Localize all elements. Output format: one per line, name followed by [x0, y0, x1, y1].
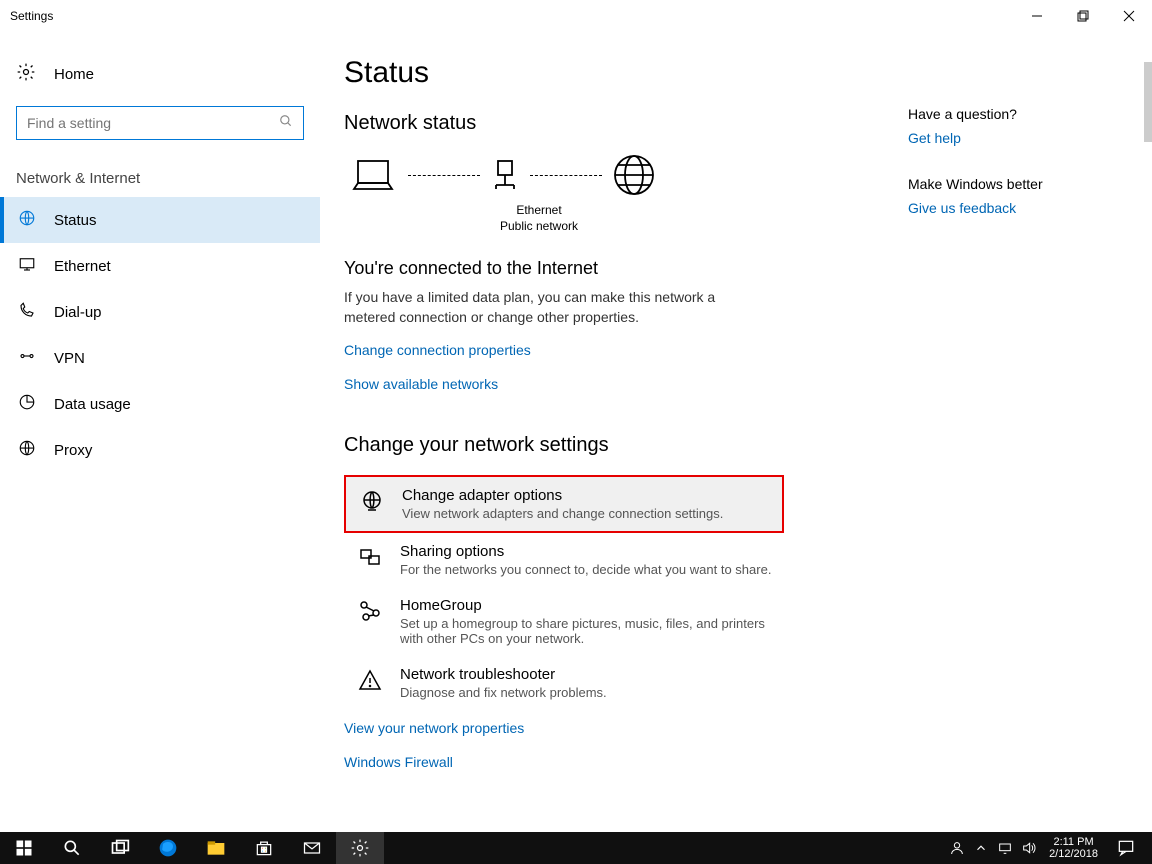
monitor-icon	[18, 255, 36, 277]
warning-icon	[358, 666, 382, 697]
search-button[interactable]	[48, 832, 96, 864]
setting-desc: View network adapters and change connect…	[402, 506, 723, 521]
adapter-name: Ethernet	[464, 203, 614, 219]
setting-desc: Diagnose and fix network problems.	[400, 685, 607, 700]
globe-icon	[18, 439, 36, 461]
vpn-icon	[18, 347, 36, 369]
task-view-button[interactable]	[96, 832, 144, 864]
system-tray	[945, 832, 1041, 864]
network-tray-icon[interactable]	[993, 840, 1017, 856]
sidebar-item-vpn[interactable]: VPN	[0, 335, 320, 381]
gear-icon	[16, 62, 36, 86]
setting-desc: Set up a homegroup to share pictures, mu…	[400, 616, 774, 646]
change-settings-heading: Change your network settings	[344, 434, 1132, 457]
settings-taskbar-button[interactable]	[336, 832, 384, 864]
setting-title: Network troubleshooter	[400, 666, 607, 683]
search-icon	[279, 114, 293, 133]
setting-title: Sharing options	[400, 543, 771, 560]
search-box[interactable]	[16, 106, 304, 140]
home-label: Home	[54, 66, 94, 83]
taskbar-time: 2:11 PM	[1053, 836, 1093, 848]
laptop-icon	[348, 155, 398, 195]
scrollbar[interactable]	[1144, 62, 1152, 142]
globe-icon	[612, 153, 656, 197]
sidebar-item-status[interactable]: Status	[0, 197, 320, 243]
help-panel: Have a question? Get help Make Windows b…	[908, 106, 1128, 246]
diagram-labels: Ethernet Public network	[464, 203, 614, 234]
chevron-up-icon[interactable]	[969, 841, 993, 855]
sidebar: Home Network & Internet Status Ethernet …	[0, 32, 320, 832]
give-feedback-link[interactable]: Give us feedback	[908, 200, 1128, 216]
main-content: Status Network status Ethernet Public ne…	[320, 32, 1152, 832]
setting-title: HomeGroup	[400, 597, 774, 614]
taskbar-clock[interactable]: 2:11 PM 2/12/2018	[1041, 832, 1106, 864]
sidebar-item-label: Status	[54, 212, 97, 229]
phone-icon	[18, 301, 36, 323]
store-button[interactable]	[240, 832, 288, 864]
taskbar-date: 2/12/2018	[1049, 848, 1098, 860]
minimize-button[interactable]	[1014, 0, 1060, 32]
sidebar-item-label: Data usage	[54, 396, 131, 413]
window-title: Settings	[10, 9, 53, 23]
show-available-networks-link[interactable]: Show available networks	[344, 376, 498, 392]
action-center-button[interactable]	[1106, 832, 1146, 864]
sharing-icon	[358, 543, 382, 574]
sidebar-item-label: VPN	[54, 350, 85, 367]
show-desktop-button[interactable]	[1146, 832, 1152, 864]
close-button[interactable]	[1106, 0, 1152, 32]
have-question-label: Have a question?	[908, 106, 1128, 122]
connected-body: If you have a limited data plan, you can…	[344, 287, 754, 328]
file-explorer-button[interactable]	[192, 832, 240, 864]
get-help-link[interactable]: Get help	[908, 130, 1128, 146]
chart-icon	[18, 393, 36, 415]
network-troubleshooter-item[interactable]: Network troubleshooter Diagnose and fix …	[344, 656, 784, 710]
maximize-button[interactable]	[1060, 0, 1106, 32]
edge-browser-button[interactable]	[144, 832, 192, 864]
setting-title: Change adapter options	[402, 487, 723, 504]
globe-icon	[18, 209, 36, 231]
search-input[interactable]	[27, 115, 267, 131]
connected-heading: You're connected to the Internet	[344, 258, 1132, 279]
taskbar: 2:11 PM 2/12/2018	[0, 832, 1152, 864]
change-adapter-options-item[interactable]: Change adapter options View network adap…	[344, 475, 784, 533]
sidebar-item-dialup[interactable]: Dial-up	[0, 289, 320, 335]
category-header: Network & Internet	[0, 162, 320, 197]
sidebar-item-proxy[interactable]: Proxy	[0, 427, 320, 473]
globe-adapter-icon	[360, 487, 384, 518]
make-windows-better-label: Make Windows better	[908, 176, 1128, 192]
people-icon[interactable]	[945, 840, 969, 856]
sidebar-item-label: Ethernet	[54, 258, 111, 275]
sidebar-item-datausage[interactable]: Data usage	[0, 381, 320, 427]
sidebar-item-label: Dial-up	[54, 304, 102, 321]
volume-icon[interactable]	[1017, 840, 1041, 856]
setting-desc: For the networks you connect to, decide …	[400, 562, 771, 577]
change-connection-properties-link[interactable]: Change connection properties	[344, 342, 531, 358]
network-type: Public network	[464, 219, 614, 235]
page-title: Status	[344, 56, 1132, 90]
switch-icon	[490, 155, 520, 195]
homegroup-icon	[358, 597, 382, 628]
mail-button[interactable]	[288, 832, 336, 864]
windows-firewall-link[interactable]: Windows Firewall	[344, 754, 453, 770]
view-network-properties-link[interactable]: View your network properties	[344, 720, 524, 736]
homegroup-item[interactable]: HomeGroup Set up a homegroup to share pi…	[344, 587, 784, 656]
sidebar-item-ethernet[interactable]: Ethernet	[0, 243, 320, 289]
start-button[interactable]	[0, 832, 48, 864]
home-button[interactable]: Home	[0, 52, 320, 96]
window-titlebar: Settings	[0, 0, 1152, 32]
sharing-options-item[interactable]: Sharing options For the networks you con…	[344, 533, 784, 587]
sidebar-item-label: Proxy	[54, 442, 92, 459]
